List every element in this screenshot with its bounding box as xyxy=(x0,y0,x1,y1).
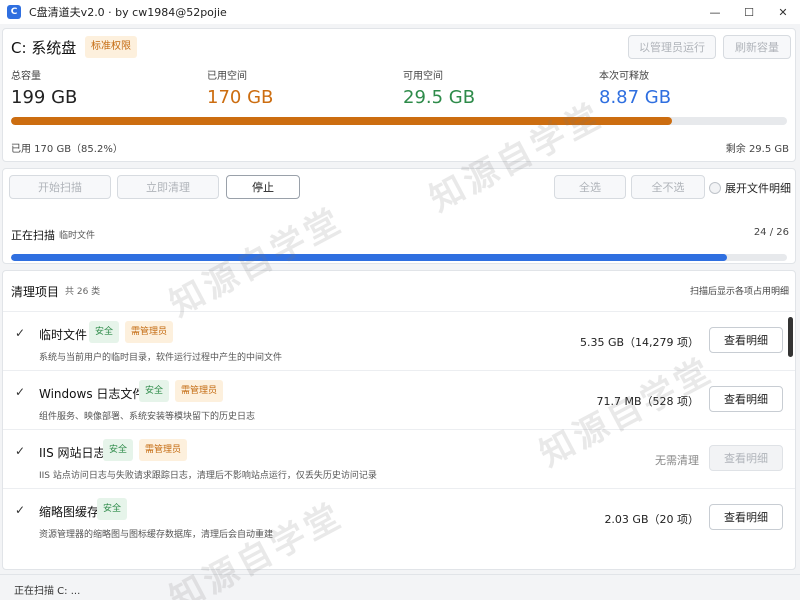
item-description: IIS 站点访问日志与失败请求跟踪日志，清理后不影响站点运行，仅丢失历史访问记录 xyxy=(39,471,377,481)
title-bar: C C盘清道夫v2.0 · by cw1984@52pojie — ☐ ✕ xyxy=(0,0,800,24)
safe-badge: 安全 xyxy=(89,321,120,343)
item-description: 系统与当前用户的临时目录，软件运行过程中产生的中间文件 xyxy=(39,353,283,363)
usage-bar xyxy=(11,117,787,125)
view-details-button[interactable]: 查看明细 xyxy=(709,386,783,412)
cleanup-items-panel: 清理项目 共 26 类 扫描后显示各项占用明细 ✓ 临时文件 安全 需管理员 系… xyxy=(2,270,796,570)
admin-required-badge: 需管理员 xyxy=(175,380,224,402)
safe-badge: 安全 xyxy=(139,380,170,402)
scan-progress-bar xyxy=(11,254,787,261)
item-size: 2.03 GB（20 项） xyxy=(604,513,699,526)
scan-current-category: 临时文件 xyxy=(59,231,96,241)
usage-bar-fill xyxy=(11,117,673,125)
item-description: 组件服务、映像部署、系统安装等模块留下的历史日志 xyxy=(39,412,256,422)
releasable-value: 8.87 GB xyxy=(599,87,672,108)
checkbox-checked-icon[interactable]: ✓ xyxy=(15,444,25,458)
free-space-label: 可用空间 xyxy=(403,71,443,82)
items-scrollbar[interactable] xyxy=(788,317,793,357)
item-name: Windows 日志文件 xyxy=(39,387,145,401)
view-details-button[interactable]: 查看明细 xyxy=(709,445,783,471)
item-size: 无需清理 xyxy=(655,454,699,467)
item-name: IIS 网站日志 xyxy=(39,446,106,460)
window-title: C盘清道夫v2.0 · by cw1984@52pojie xyxy=(29,6,227,19)
items-count: 共 26 类 xyxy=(65,287,101,297)
close-icon[interactable]: ✕ xyxy=(766,0,800,24)
expand-details-radio[interactable] xyxy=(709,182,721,194)
drive-panel: C: 系统盘 标准权限 以管理员运行 刷新容量 总容量 199 GB 已用空间 … xyxy=(2,28,796,162)
used-space-value: 170 GB xyxy=(207,87,274,108)
expand-details-label: 展开文件明细 xyxy=(725,182,791,195)
scan-progress-fill xyxy=(11,254,728,261)
admin-required-badge: 需管理员 xyxy=(125,321,174,343)
app-icon: C xyxy=(7,5,21,19)
used-text: 已用 170 GB（85.2%） xyxy=(11,144,123,155)
expand-details-toggle[interactable]: 展开文件明细 xyxy=(709,180,791,196)
maximize-icon[interactable]: ☐ xyxy=(732,0,766,24)
remaining-text: 剩余 29.5 GB xyxy=(725,144,789,155)
scan-progress-count: 24 / 26 xyxy=(753,227,789,238)
scan-status-title: 正在扫描 xyxy=(11,229,55,242)
free-space-value: 29.5 GB xyxy=(403,87,476,108)
total-capacity-value: 199 GB xyxy=(11,87,78,108)
view-details-button[interactable]: 查看明细 xyxy=(709,327,783,353)
stop-button[interactable]: 停止 xyxy=(226,175,300,199)
start-scan-button[interactable]: 开始扫描 xyxy=(9,175,111,199)
checkbox-checked-icon[interactable]: ✓ xyxy=(15,385,25,399)
view-details-button[interactable]: 查看明细 xyxy=(709,504,783,530)
item-size: 71.7 MB（528 项） xyxy=(596,395,699,408)
permission-badge: 标准权限 xyxy=(85,36,137,58)
item-name: 临时文件 xyxy=(39,328,88,342)
select-all-button[interactable]: 全选 xyxy=(554,175,626,199)
list-item[interactable]: ✓ 缩略图缓存 安全 资源管理器的缩略图与图标缓存数据库，清理后会自动重建 2.… xyxy=(3,488,795,547)
list-item[interactable]: ✓ IIS 网站日志 安全 需管理员 IIS 站点访问日志与失败请求跟踪日志，清… xyxy=(3,429,795,488)
releasable-label: 本次可释放 xyxy=(599,71,649,82)
checkbox-checked-icon[interactable]: ✓ xyxy=(15,503,25,517)
controls-panel: 开始扫描 立即清理 停止 全选 全不选 展开文件明细 正在扫描 临时文件 24 … xyxy=(2,168,796,264)
status-bar: 正在扫描 C: ... xyxy=(0,574,800,600)
safe-badge: 安全 xyxy=(97,498,128,520)
deselect-all-button[interactable]: 全不选 xyxy=(631,175,705,199)
checkbox-checked-icon[interactable]: ✓ xyxy=(15,326,25,340)
items-title: 清理项目 xyxy=(11,285,60,299)
clean-now-button[interactable]: 立即清理 xyxy=(117,175,219,199)
run-as-admin-button[interactable]: 以管理员运行 xyxy=(628,35,716,59)
admin-required-badge: 需管理员 xyxy=(139,439,188,461)
minimize-icon[interactable]: — xyxy=(698,0,732,24)
drive-title: C: 系统盘 xyxy=(11,39,77,57)
items-hint: 扫描后显示各项占用明细 xyxy=(689,287,789,297)
item-description: 资源管理器的缩略图与图标缓存数据库，清理后会自动重建 xyxy=(39,530,274,540)
total-capacity-label: 总容量 xyxy=(11,71,41,82)
list-item[interactable]: ✓ 临时文件 安全 需管理员 系统与当前用户的临时目录，软件运行过程中产生的中间… xyxy=(3,311,795,370)
list-item[interactable]: ✓ Windows 日志文件 安全 需管理员 组件服务、映像部署、系统安装等模块… xyxy=(3,370,795,429)
window-controls: — ☐ ✕ xyxy=(698,0,800,24)
used-space-label: 已用空间 xyxy=(207,71,247,82)
refresh-capacity-button[interactable]: 刷新容量 xyxy=(723,35,791,59)
status-text: 正在扫描 C: ... xyxy=(14,586,81,597)
item-name: 缩略图缓存 xyxy=(39,505,100,519)
item-list: ✓ 临时文件 安全 需管理员 系统与当前用户的临时目录，软件运行过程中产生的中间… xyxy=(3,311,795,547)
item-size: 5.35 GB（14,279 项） xyxy=(579,336,699,349)
safe-badge: 安全 xyxy=(103,439,134,461)
